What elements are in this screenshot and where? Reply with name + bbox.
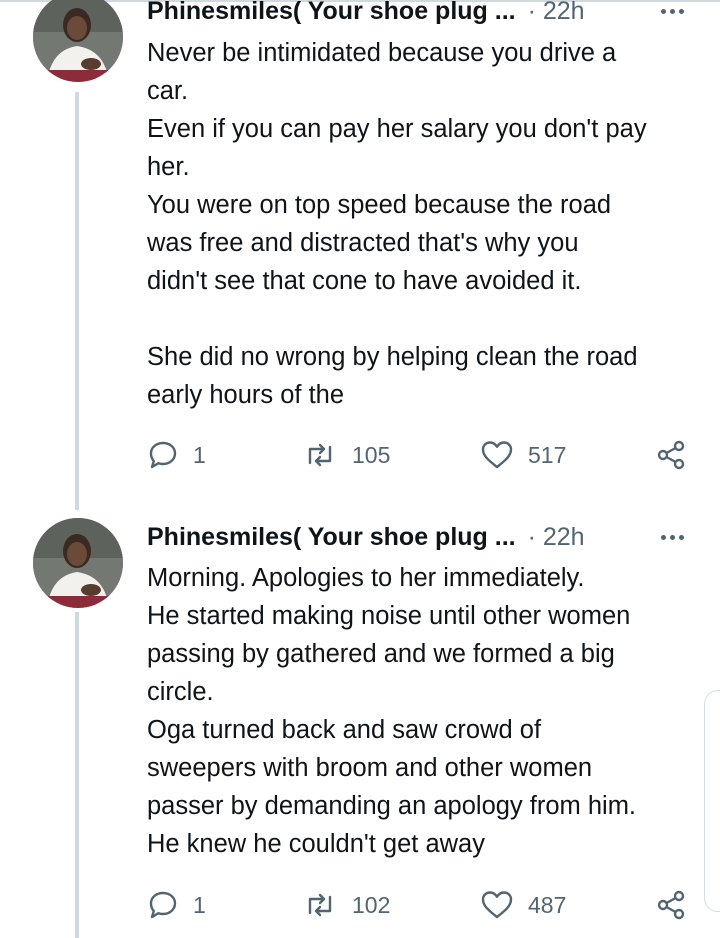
like-button[interactable]: 487 — [480, 885, 566, 925]
tweet-line: circle. — [147, 678, 214, 706]
tweet-actions: 1 102 487 — [147, 885, 692, 925]
share-icon — [655, 889, 687, 921]
heart-icon — [480, 889, 514, 921]
reply-icon — [147, 439, 179, 471]
timestamp[interactable]: · 22h — [528, 523, 585, 552]
tweet-line: passing by gathered and we formed a big — [147, 640, 615, 668]
share-icon — [655, 439, 687, 471]
retweet-count: 105 — [352, 441, 391, 468]
share-button[interactable] — [655, 885, 687, 925]
floating-scroll-handle[interactable] — [704, 690, 720, 912]
reply-icon — [147, 889, 179, 921]
timestamp[interactable]: · 22h — [528, 0, 585, 26]
author-name[interactable]: Phinesmiles( Your shoe plug ... — [147, 523, 516, 552]
tweet-header: Phinesmiles( Your shoe plug ... · 22h — [147, 0, 700, 28]
like-button[interactable]: 517 — [480, 435, 566, 475]
retweet-icon — [302, 439, 338, 471]
tweet-line: Morning. Apologies to her immediately. — [147, 564, 585, 592]
retweet-count: 102 — [352, 891, 391, 918]
reply-count: 1 — [193, 441, 206, 468]
tweet-header: Phinesmiles( Your shoe plug ... · 22h — [147, 520, 700, 554]
tweet-line: early hours of the — [147, 381, 345, 409]
tweet-text: Morning. Apologies to her immediately. H… — [147, 559, 702, 863]
like-count: 487 — [528, 891, 567, 918]
tweet-line: was free and distracted that's why you — [147, 229, 579, 257]
tweet-line: passer by demanding an apology from him. — [147, 792, 637, 820]
share-button[interactable] — [655, 435, 687, 475]
tweet-actions: 1 105 517 — [147, 435, 692, 475]
more-icon[interactable] — [661, 0, 684, 28]
like-count: 517 — [528, 441, 567, 468]
tweet-line: She did no wrong by helping clean the ro… — [147, 343, 638, 371]
tweet-line: He knew he couldn't get away — [147, 830, 485, 858]
author-name[interactable]: Phinesmiles( Your shoe plug ... — [147, 0, 516, 26]
retweet-button[interactable]: 102 — [302, 885, 390, 925]
avatar[interactable] — [33, 0, 123, 82]
tweet-line: Oga turned back and saw crowd of — [147, 716, 542, 744]
retweet-button[interactable]: 105 — [302, 435, 390, 475]
tweet-line: car. — [147, 77, 189, 105]
tweet-line: He started making noise until other wome… — [147, 602, 631, 630]
thread-line — [75, 612, 79, 938]
avatar[interactable] — [33, 518, 123, 608]
reply-button[interactable]: 1 — [147, 885, 206, 925]
more-icon[interactable] — [661, 520, 684, 554]
tweet-line: Even if you can pay her salary you don't… — [147, 115, 647, 143]
reply-count: 1 — [193, 891, 206, 918]
retweet-icon — [302, 889, 338, 921]
tweet-line: didn't see that cone to have avoided it. — [147, 267, 582, 295]
reply-button[interactable]: 1 — [147, 435, 206, 475]
tweet-line: her. — [147, 153, 190, 181]
tweet-line: sweepers with broom and other women — [147, 754, 593, 782]
tweet-line: You were on top speed because the road — [147, 191, 612, 219]
tweet-line: Never be intimidated because you drive a — [147, 39, 617, 67]
thread-line — [75, 92, 79, 510]
tweet-text: Never be intimidated because you drive a… — [147, 34, 702, 414]
heart-icon — [480, 439, 514, 471]
